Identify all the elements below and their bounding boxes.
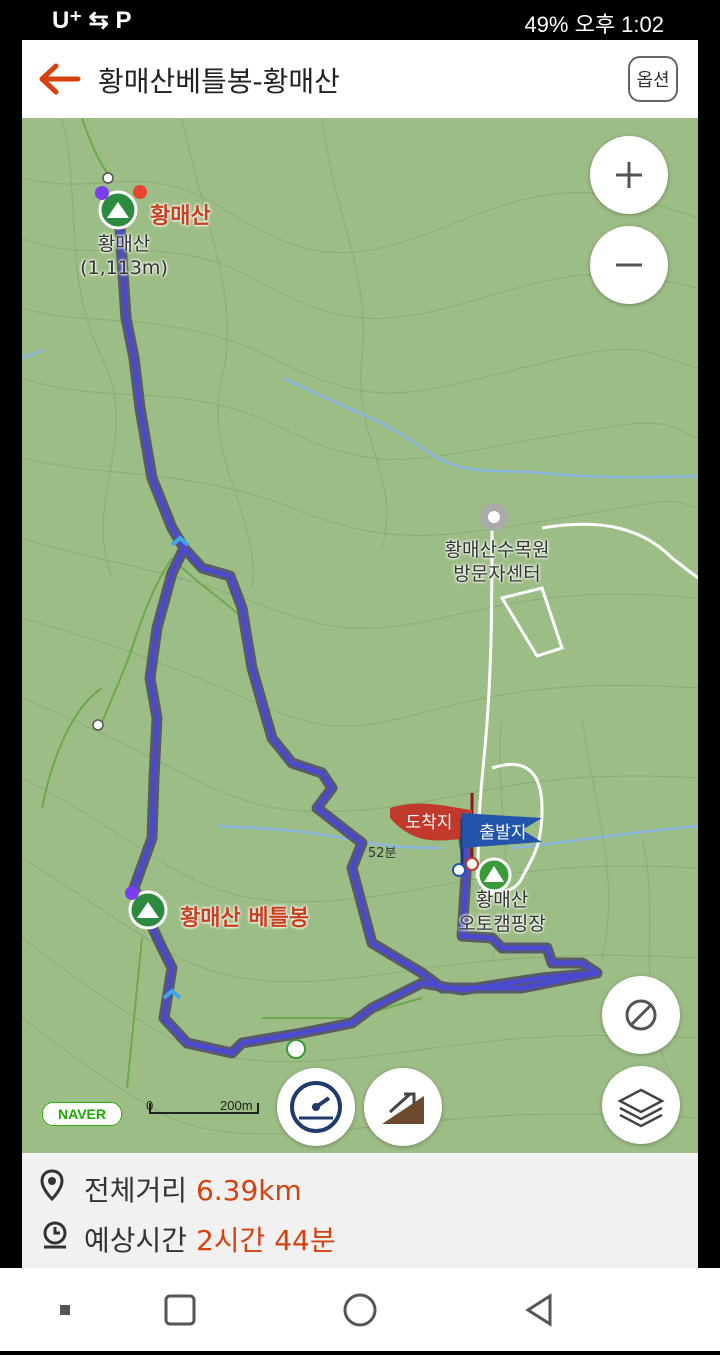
menu-icon[interactable] [60, 1305, 70, 1315]
arrival-flag-label: 도착지 [405, 813, 453, 833]
app-window: 황매산베틀봉-황매산 옵션 황매산 황매산 (1,113m) 황매산 베틀봉 황… [22, 40, 698, 1268]
mountain-peak-icon [125, 886, 168, 930]
waypoint-dot [92, 719, 104, 731]
poi-label: 황매산수목원 방문자센터 [444, 539, 550, 585]
page-title: 황매산베틀봉-황매산 [98, 65, 340, 98]
status-bar: U⁺ ⇆ P 49% 오후 1:02 [0, 0, 720, 40]
peak-label: 황매산 [150, 204, 211, 229]
system-nav-bar [0, 1268, 720, 1351]
compass-off-button[interactable] [602, 976, 680, 1054]
distance-label: 전체거리 [84, 1174, 188, 1207]
time-value: 2시간 44분 [195, 1224, 336, 1257]
scale-distance-label: 200m [220, 1098, 253, 1113]
status-right: 49% 오후 1:02 [524, 12, 664, 37]
streams [22, 348, 698, 850]
options-button[interactable]: 옵션 [628, 56, 678, 102]
departure-flag-label: 출발지 [479, 823, 527, 843]
minus-icon [616, 263, 642, 267]
mountain-peak-icon [95, 185, 147, 230]
peak-elevation-label: 황매산 (1,113m) [80, 233, 168, 279]
carrier-indicator: U⁺ ⇆ P [52, 7, 132, 34]
scale-zero-label: 0 [146, 1098, 154, 1113]
back-icon[interactable] [525, 1293, 552, 1327]
nav-icons [60, 1293, 552, 1327]
header: 황매산베틀봉-황매산 옵션 [22, 40, 698, 119]
plus-icon [616, 162, 642, 188]
home-icon[interactable] [343, 1293, 377, 1327]
back-arrow-icon [39, 63, 81, 95]
back-button[interactable] [36, 60, 82, 98]
poi-label: 황매산 오토캠핑장 [458, 889, 546, 935]
layers-icon [617, 1088, 665, 1128]
route-summary: 전체거리 6.39km 예상시간 2시간 44분 [22, 1153, 698, 1268]
recents-icon[interactable] [164, 1294, 196, 1326]
layers-button[interactable] [602, 1066, 680, 1144]
peak-label: 황매산 베틀봉 [180, 906, 310, 931]
compass-off-icon [625, 999, 657, 1031]
clock-icon [43, 1221, 67, 1249]
start-arrow-icon [286, 1039, 306, 1059]
time-label: 예상시간 [84, 1224, 188, 1257]
zoom-in-button[interactable] [590, 136, 668, 214]
speedometer-icon [290, 1081, 342, 1133]
slope-icon [382, 1092, 424, 1124]
naver-logo: NAVER [42, 1102, 122, 1126]
slope-button[interactable] [364, 1068, 442, 1146]
distance-value: 6.39km [195, 1174, 302, 1207]
map-pin-icon [40, 1169, 64, 1202]
map-scale: 0 200m [142, 1098, 262, 1122]
route-time-marker: 52분 [368, 846, 397, 861]
map-view[interactable]: 황매산 황매산 (1,113m) 황매산 베틀봉 황매산수목원 방문자센터 황매… [22, 118, 698, 1153]
waypoint-dot [102, 172, 114, 184]
campsite-icon [476, 857, 512, 893]
speedometer-button[interactable] [277, 1068, 355, 1146]
zoom-out-button[interactable] [590, 226, 668, 304]
